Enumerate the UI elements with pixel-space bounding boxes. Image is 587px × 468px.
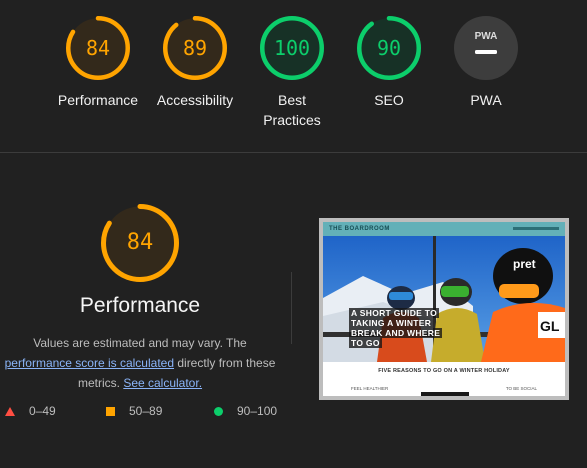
legend-label: 90–100 (237, 404, 278, 418)
score-legend: 0–49 50–89 90–100 (0, 402, 300, 420)
legend-label: 0–49 (29, 404, 56, 418)
thumbnail-hero-headline: A SHORT GUIDE TO TAKING A WINTER BREAK A… (349, 308, 443, 348)
gauge-seo[interactable]: 90 SEO (340, 16, 438, 110)
orange-square-icon (106, 407, 115, 417)
score-calculated-link[interactable]: performance score is calculated (5, 356, 174, 370)
green-circle-icon (214, 407, 223, 417)
svg-text:GL: GL (540, 318, 560, 334)
thumbnail-brand: THE BOARDROOM (329, 226, 390, 232)
gauge-ring: 90 (357, 16, 421, 80)
gauge-performance[interactable]: 84 Performance (49, 16, 147, 110)
thumbnail-footer: FEEL HEALTHIER TO BE SOCIAL (323, 380, 565, 396)
gauge-label: Accessibility (156, 92, 234, 108)
performance-gauge: 84 (101, 204, 179, 282)
thumbnail-nav (513, 227, 559, 230)
gauge-score: 89 (182, 36, 208, 60)
thumbnail-subtitle: FIVE REASONS TO GO ON A WINTER HOLIDAY (378, 368, 510, 374)
pwa-icon: PWA (454, 16, 518, 80)
legend-item-pass: 90–100 (214, 402, 277, 420)
gauge-label: Best Practices (263, 92, 321, 128)
gauge-pwa[interactable]: PWA PWA (437, 16, 535, 110)
thumbnail-footer-right: TO BE SOCIAL (505, 386, 537, 391)
vertical-divider (291, 272, 292, 344)
gauge-best-practices[interactable]: 100 Best Practices (243, 16, 341, 130)
screenshot-thumbnail: THE BOARDROOM pret GL A SHORT GUIDE TO T… (323, 222, 565, 396)
performance-description: Values are estimated and may vary. The p… (0, 333, 280, 393)
category-summary: 84 Performance 89 Accessibility 100 Best… (0, 0, 587, 152)
desc-text-1: Values are estimated and may vary. The (33, 336, 247, 350)
gauge-ring: 100 (260, 16, 324, 80)
performance-score: 84 (126, 230, 154, 255)
section-divider (0, 152, 587, 153)
performance-summary: 84 Performance Values are estimated and … (0, 198, 280, 393)
gauge-ring: 84 (66, 16, 130, 80)
red-triangle-icon (5, 407, 15, 417)
gauge-accessibility[interactable]: 89 Accessibility (146, 16, 244, 110)
thumbnail-header: THE BOARDROOM (323, 222, 565, 236)
gauge-label: PWA (470, 92, 502, 108)
gauge-score: 84 (85, 36, 111, 60)
thumbnail-footer-left: FEEL HEALTHIER (351, 386, 389, 391)
gauge-score: 90 (376, 36, 402, 60)
legend-item-fail: 0–49 (5, 402, 56, 420)
final-screenshot[interactable]: THE BOARDROOM pret GL A SHORT GUIDE TO T… (319, 218, 569, 400)
gauge-score: 100 (273, 36, 311, 60)
thumbnail-footer-bar (421, 392, 469, 396)
performance-title: Performance (79, 294, 201, 317)
gauge-ring: 89 (163, 16, 227, 80)
thumbnail-hero-image: pret GL A SHORT GUIDE TO TAKING A WINTER… (323, 236, 565, 362)
see-calculator-link[interactable]: See calculator. (123, 376, 202, 390)
pwa-badge: PWA (454, 16, 518, 80)
svg-text:PWA: PWA (475, 31, 498, 42)
legend-item-average: 50–89 (106, 402, 162, 420)
legend-label: 50–89 (129, 404, 163, 418)
gauge-label: Performance (57, 92, 139, 108)
gauge-label: SEO (374, 92, 404, 108)
svg-text:pret: pret (513, 257, 536, 271)
